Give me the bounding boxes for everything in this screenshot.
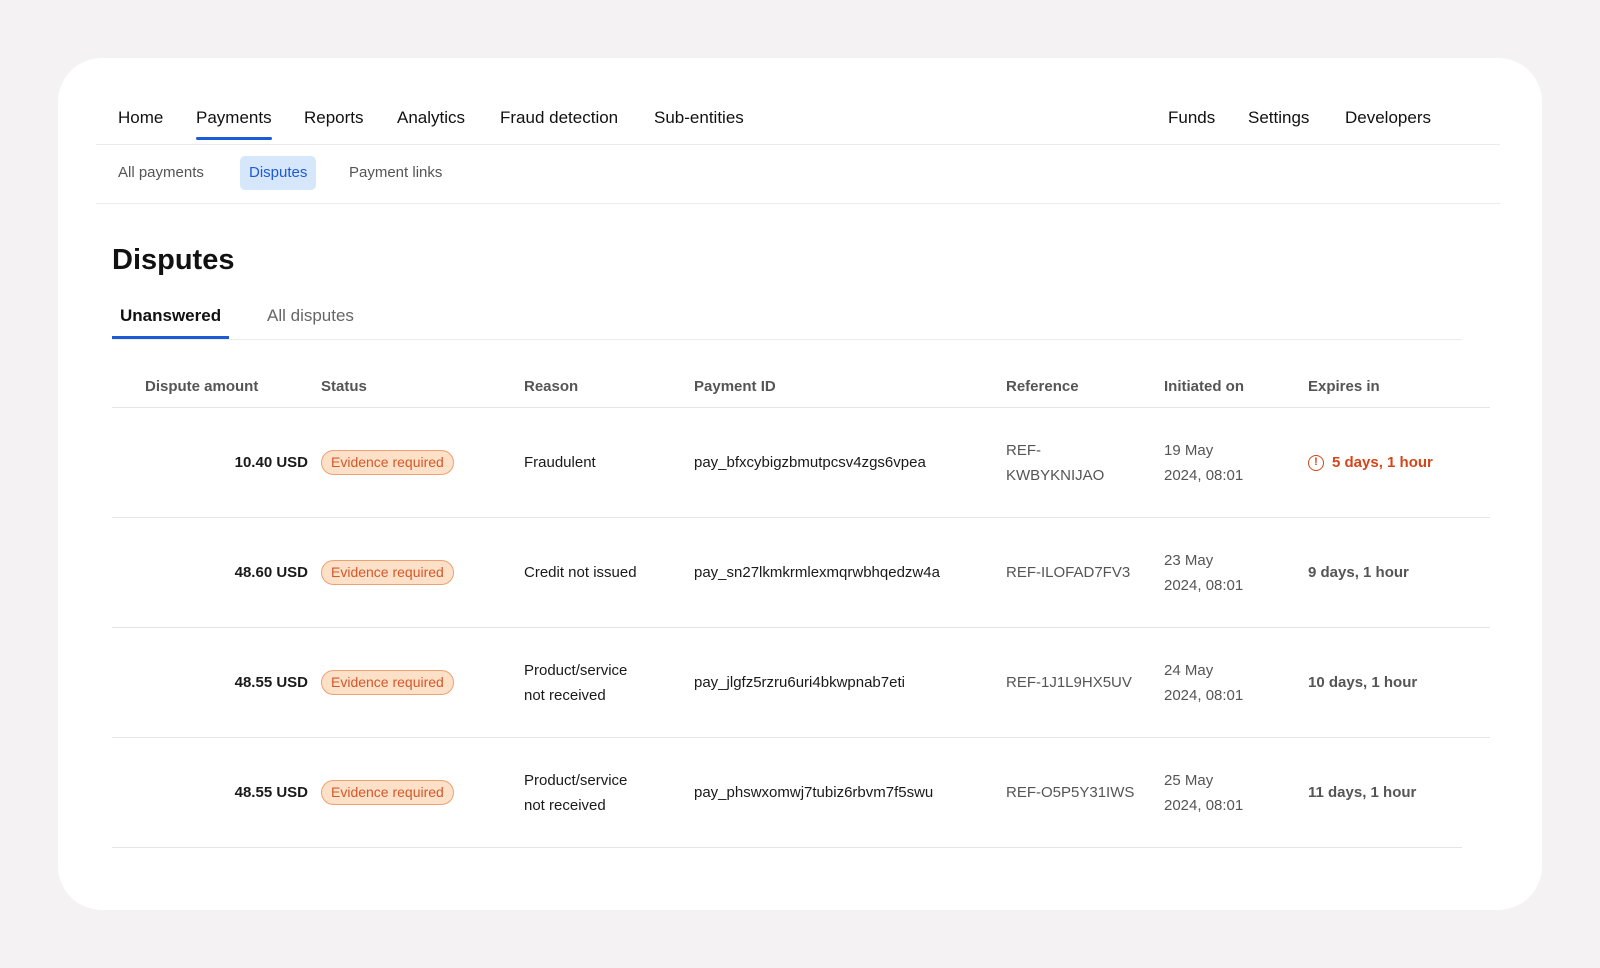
nav-analytics[interactable]: Analytics: [397, 108, 465, 128]
dispute-reason: Product/service not received: [524, 771, 628, 814]
sub-navigation: All payments Disputes Payment links: [96, 146, 1500, 204]
dispute-reason: Fraudulent: [524, 454, 596, 471]
nav-reports[interactable]: Reports: [304, 108, 364, 128]
table-row[interactable]: 48.55 USD Evidence required Product/serv…: [112, 738, 1462, 848]
reference: REF-O5P5Y31IWS: [1006, 784, 1135, 801]
nav-home[interactable]: Home: [118, 108, 163, 128]
initiated-on: 24 May 2024, 08:01: [1164, 661, 1244, 704]
table-header: Dispute amount Status Reason Payment ID …: [112, 360, 1490, 408]
dispute-tabs: Unanswered All disputes: [111, 298, 1462, 340]
dispute-reason: Credit not issued: [524, 564, 637, 581]
expires-in: 11 days, 1 hour: [1308, 784, 1417, 801]
header-payment-id[interactable]: Payment ID: [694, 378, 776, 395]
initiated-on: 25 May 2024, 08:01: [1164, 771, 1244, 814]
payment-id[interactable]: pay_jlgfz5rzru6uri4bkwpnab7eti: [694, 628, 905, 737]
nav-payments[interactable]: Payments: [196, 108, 272, 140]
expires-in-text: 5 days, 1 hour: [1332, 454, 1433, 471]
expires-in: ! 5 days, 1 hour: [1308, 408, 1433, 517]
payment-id[interactable]: pay_sn27lkmkrmlexmqrwbhqedzw4a: [694, 518, 940, 627]
subnav-disputes[interactable]: Disputes: [240, 156, 317, 190]
table-row[interactable]: 48.60 USD Evidence required Credit not i…: [112, 518, 1490, 628]
status-badge: Evidence required: [321, 450, 454, 475]
table-row[interactable]: 10.40 USD Evidence required Fraudulent p…: [112, 408, 1490, 518]
status-badge: Evidence required: [321, 670, 454, 695]
dispute-amount: 48.55 USD: [234, 784, 308, 801]
expires-in: 9 days, 1 hour: [1308, 564, 1409, 581]
page-title: Disputes: [112, 244, 235, 276]
disputes-table: Dispute amount Status Reason Payment ID …: [112, 360, 1490, 848]
nav-developers[interactable]: Developers: [1345, 108, 1431, 128]
tab-all-disputes[interactable]: All disputes: [267, 306, 354, 326]
subnav-payment-links[interactable]: Payment links: [340, 156, 451, 190]
nav-funds[interactable]: Funds: [1168, 108, 1215, 128]
header-status[interactable]: Status: [321, 378, 367, 395]
nav-fraud-detection[interactable]: Fraud detection: [500, 108, 618, 128]
dispute-amount: 48.60 USD: [234, 564, 308, 581]
dispute-amount: 10.40 USD: [234, 454, 308, 471]
nav-sub-entities[interactable]: Sub-entities: [654, 108, 744, 128]
header-expires-in[interactable]: Expires in: [1308, 378, 1380, 395]
expires-in: 10 days, 1 hour: [1308, 674, 1418, 691]
alert-circle-icon: !: [1308, 454, 1324, 471]
initiated-on: 23 May 2024, 08:01: [1164, 551, 1244, 594]
payment-id[interactable]: pay_bfxcybigzbmutpcsv4zgs6vpea: [694, 408, 926, 517]
reference: REF-ILOFAD7FV3: [1006, 564, 1131, 581]
dispute-reason: Product/service not received: [524, 661, 628, 704]
status-badge: Evidence required: [321, 560, 454, 585]
main-card: Home Payments Reports Analytics Fraud de…: [58, 58, 1542, 910]
header-reference[interactable]: Reference: [1006, 378, 1079, 395]
reference: REF-1J1L9HX5UV: [1006, 674, 1132, 691]
status-badge: Evidence required: [321, 780, 454, 805]
payment-id[interactable]: pay_phswxomwj7tubiz6rbvm7f5swu: [694, 738, 933, 847]
reference: REF-KWBYKNIJAO: [1006, 441, 1105, 484]
header-dispute-amount[interactable]: Dispute amount: [145, 378, 258, 395]
nav-settings[interactable]: Settings: [1248, 108, 1309, 128]
dispute-amount: 48.55 USD: [234, 674, 308, 691]
header-reason[interactable]: Reason: [524, 378, 578, 395]
initiated-on: 19 May 2024, 08:01: [1164, 441, 1244, 484]
top-navigation: Home Payments Reports Analytics Fraud de…: [96, 58, 1500, 145]
subnav-all-payments[interactable]: All payments: [109, 156, 213, 190]
table-row[interactable]: 48.55 USD Evidence required Product/serv…: [112, 628, 1490, 738]
tab-unanswered[interactable]: Unanswered: [111, 306, 230, 339]
header-initiated-on[interactable]: Initiated on: [1164, 378, 1244, 395]
